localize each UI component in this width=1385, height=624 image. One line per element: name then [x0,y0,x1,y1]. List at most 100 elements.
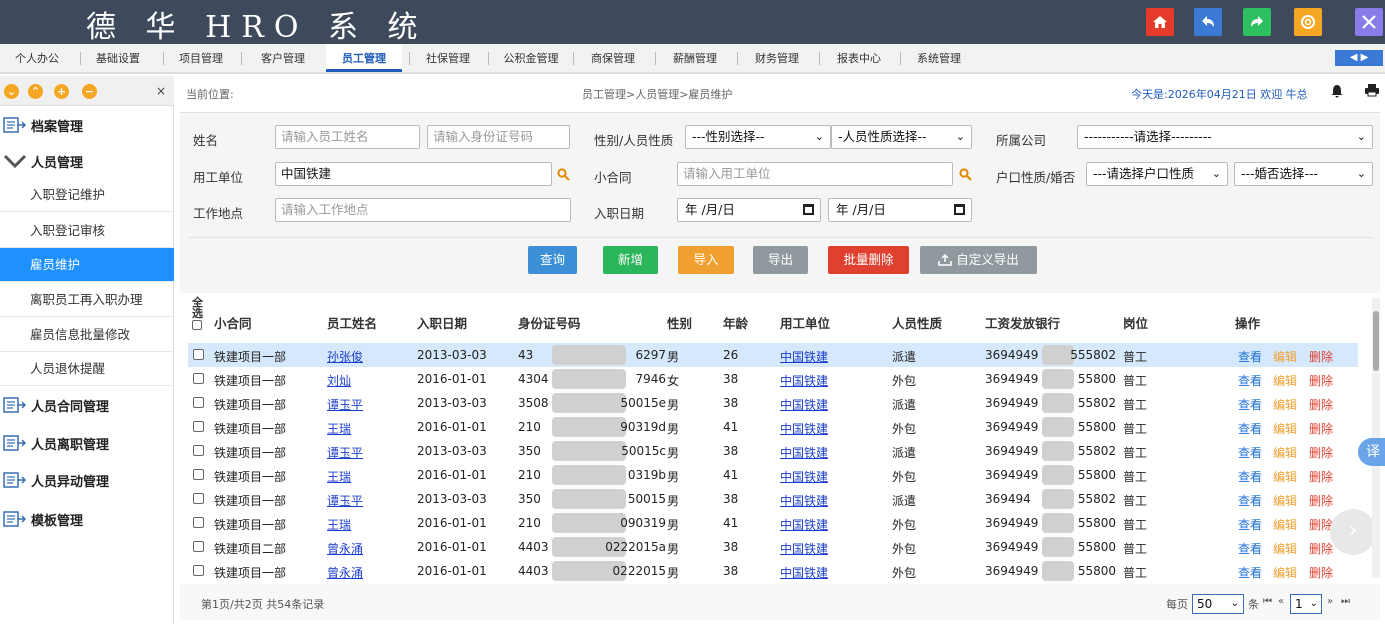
nav-employee-mgmt[interactable]: 员工管理 [326,44,402,72]
row-checkbox[interactable] [193,541,204,552]
printer-icon[interactable] [1364,83,1380,97]
delete-link[interactable]: 删除 [1309,420,1333,437]
sidebar-close-icon[interactable]: × [156,84,166,98]
next-page-chevron-icon[interactable]: › [1330,509,1376,555]
cell-name-link[interactable]: 孙张俊 [327,348,363,365]
cell-name-link[interactable]: 谭玉平 [327,492,363,509]
entry-date-end[interactable]: 年 /月/日 [828,198,972,222]
col-bank[interactable]: 工资发放银行 [985,313,1060,332]
cell-name-link[interactable]: 曾永涌 [327,540,363,557]
table-row[interactable]: 铁建项目一部 孙张俊 2013-03-03 43 6297 男 26 中国铁建 派遣 369494… [188,343,1358,367]
view-link[interactable]: 查看 [1238,348,1262,365]
id-number-input[interactable]: 请输入身份证号码 [427,125,570,149]
view-link[interactable]: 查看 [1238,468,1262,485]
col-employer[interactable]: 用工单位 [780,313,830,332]
row-checkbox[interactable] [193,565,204,576]
delete-link[interactable]: 删除 [1309,468,1333,485]
table-row[interactable]: 铁建项目一部 谭玉平 2013-03-03 350 50015 男 38 中国铁建 派遣 3694… [188,487,1358,511]
contract-input[interactable]: 请输入用工单位 [677,162,953,186]
cell-employer-link[interactable]: 中国铁建 [780,468,828,485]
hukou-select[interactable]: ---请选择户口性质 ⌄ [1086,162,1228,186]
sidebar-group-resign[interactable]: 人员离职管理 [0,426,174,460]
col-entry-date[interactable]: 入职日期 [417,313,467,332]
row-checkbox[interactable] [193,373,204,384]
cell-name-link[interactable]: 曾永涌 [327,564,363,581]
view-link[interactable]: 查看 [1238,372,1262,389]
cell-employer-link[interactable]: 中国铁建 [780,396,828,413]
nav-housing-fund[interactable]: 公积金管理 [496,44,566,72]
nav-finance[interactable]: 财务管理 [746,44,808,72]
custom-export-button[interactable]: 自定义导出 [920,246,1037,274]
prev-page-icon[interactable]: « [1278,596,1284,607]
delete-link[interactable]: 删除 [1309,396,1333,413]
personnel-type-select[interactable]: -人员性质选择-- ⌄ [831,125,972,149]
location-input[interactable]: 请输入工作地点 [275,198,571,222]
row-checkbox[interactable] [193,493,204,504]
nav-commercial-insurance[interactable]: 商保管理 [582,44,644,72]
sidebar-group-contract[interactable]: 人员合同管理 [0,388,174,422]
back-arrow-icon[interactable] [1194,8,1222,36]
sidebar-item-entry-register[interactable]: 入职登记维护 [0,178,174,212]
first-page-icon[interactable]: ⏮ [1263,596,1272,607]
col-contract[interactable]: 小合同 [214,313,252,332]
table-row[interactable]: 铁建项目一部 王瑞 2016-01-01 210 0319b 男 41 中国铁建 外包 36949… [188,463,1358,487]
row-checkbox[interactable] [193,445,204,456]
row-checkbox[interactable] [193,517,204,528]
edit-link[interactable]: 编辑 [1273,564,1297,581]
cell-employer-link[interactable]: 中国铁建 [780,372,828,389]
add-icon[interactable]: + [54,84,69,99]
import-button[interactable]: 导入 [678,246,734,274]
page-select[interactable]: 1 ⌄ [1290,594,1322,614]
cell-employer-link[interactable]: 中国铁建 [780,348,828,365]
col-name[interactable]: 员工姓名 [327,313,377,332]
delete-link[interactable]: 删除 [1309,540,1333,557]
col-gender[interactable]: 性别 [667,313,692,332]
view-link[interactable]: 查看 [1238,540,1262,557]
edit-link[interactable]: 编辑 [1273,396,1297,413]
minus-icon[interactable]: − [82,84,97,99]
view-link[interactable]: 查看 [1238,492,1262,509]
sidebar-item-rehire[interactable]: 离职员工再入职办理 [0,283,174,317]
sidebar-group-personnel[interactable]: 人员管理 [0,144,174,178]
cell-name-link[interactable]: 刘灿 [327,372,351,389]
edit-link[interactable]: 编辑 [1273,468,1297,485]
employer-input[interactable]: 中国铁建 [275,162,552,186]
delete-link[interactable]: 删除 [1309,348,1333,365]
sidebar-item-employee-maintain[interactable]: 雇员维护 [0,248,174,282]
nav-scroll-arrows-icon[interactable]: ◀ ▶ [1335,50,1383,66]
table-row[interactable]: 铁建项目一部 谭玉平 2013-03-03 350 50015c 男 38 中国铁建 派遣 369… [188,439,1358,463]
delete-link[interactable]: 删除 [1309,444,1333,461]
company-select[interactable]: -----------请选择--------- ⌄ [1077,125,1373,149]
cell-employer-link[interactable]: 中国铁建 [780,540,828,557]
nav-basic-settings[interactable]: 基础设置 [86,44,150,72]
table-row[interactable]: 铁建项目二部 曾永涌 2016-01-01 4403 0222015a 男 38 中国铁建 外包… [188,535,1358,559]
edit-link[interactable]: 编辑 [1273,540,1297,557]
nav-personal-office[interactable]: 个人办公 [2,44,72,72]
table-row[interactable]: 铁建项目一部 王瑞 2016-01-01 210 090319 男 41 中国铁建 外包 3694… [188,511,1358,535]
cell-employer-link[interactable]: 中国铁建 [780,516,828,533]
table-row[interactable]: 铁建项目一部 谭玉平 2013-03-03 3508 50015e 男 38 中国铁建 派遣 36… [188,391,1358,415]
cell-name-link[interactable]: 王瑞 [327,516,351,533]
view-link[interactable]: 查看 [1238,444,1262,461]
cell-name-link[interactable]: 谭玉平 [327,396,363,413]
forward-arrow-icon[interactable] [1243,8,1271,36]
nav-system-mgmt[interactable]: 系统管理 [908,44,970,72]
collapse-icon[interactable]: ⌄ [4,84,19,99]
last-page-icon[interactable]: ⏭ [1341,596,1350,607]
edit-link[interactable]: 编辑 [1273,516,1297,533]
delete-link[interactable]: 删除 [1309,372,1333,389]
col-type[interactable]: 人员性质 [892,313,942,332]
row-checkbox[interactable] [193,421,204,432]
edit-link[interactable]: 编辑 [1273,444,1297,461]
table-row[interactable]: 铁建项目一部 王瑞 2016-01-01 210 90319d 男 41 中国铁建 外包 3694… [188,415,1358,439]
row-checkbox[interactable] [193,469,204,480]
calendar-icon[interactable] [954,204,965,215]
sidebar-group-template[interactable]: 模板管理 [0,502,174,536]
view-link[interactable]: 查看 [1238,564,1262,581]
cell-name-link[interactable]: 王瑞 [327,420,351,437]
cell-employer-link[interactable]: 中国铁建 [780,564,828,581]
col-position[interactable]: 岗位 [1123,313,1148,332]
marriage-select[interactable]: ---婚否选择--- ⌄ [1234,162,1373,186]
search-icon[interactable] [557,168,570,181]
delete-link[interactable]: 删除 [1309,564,1333,581]
